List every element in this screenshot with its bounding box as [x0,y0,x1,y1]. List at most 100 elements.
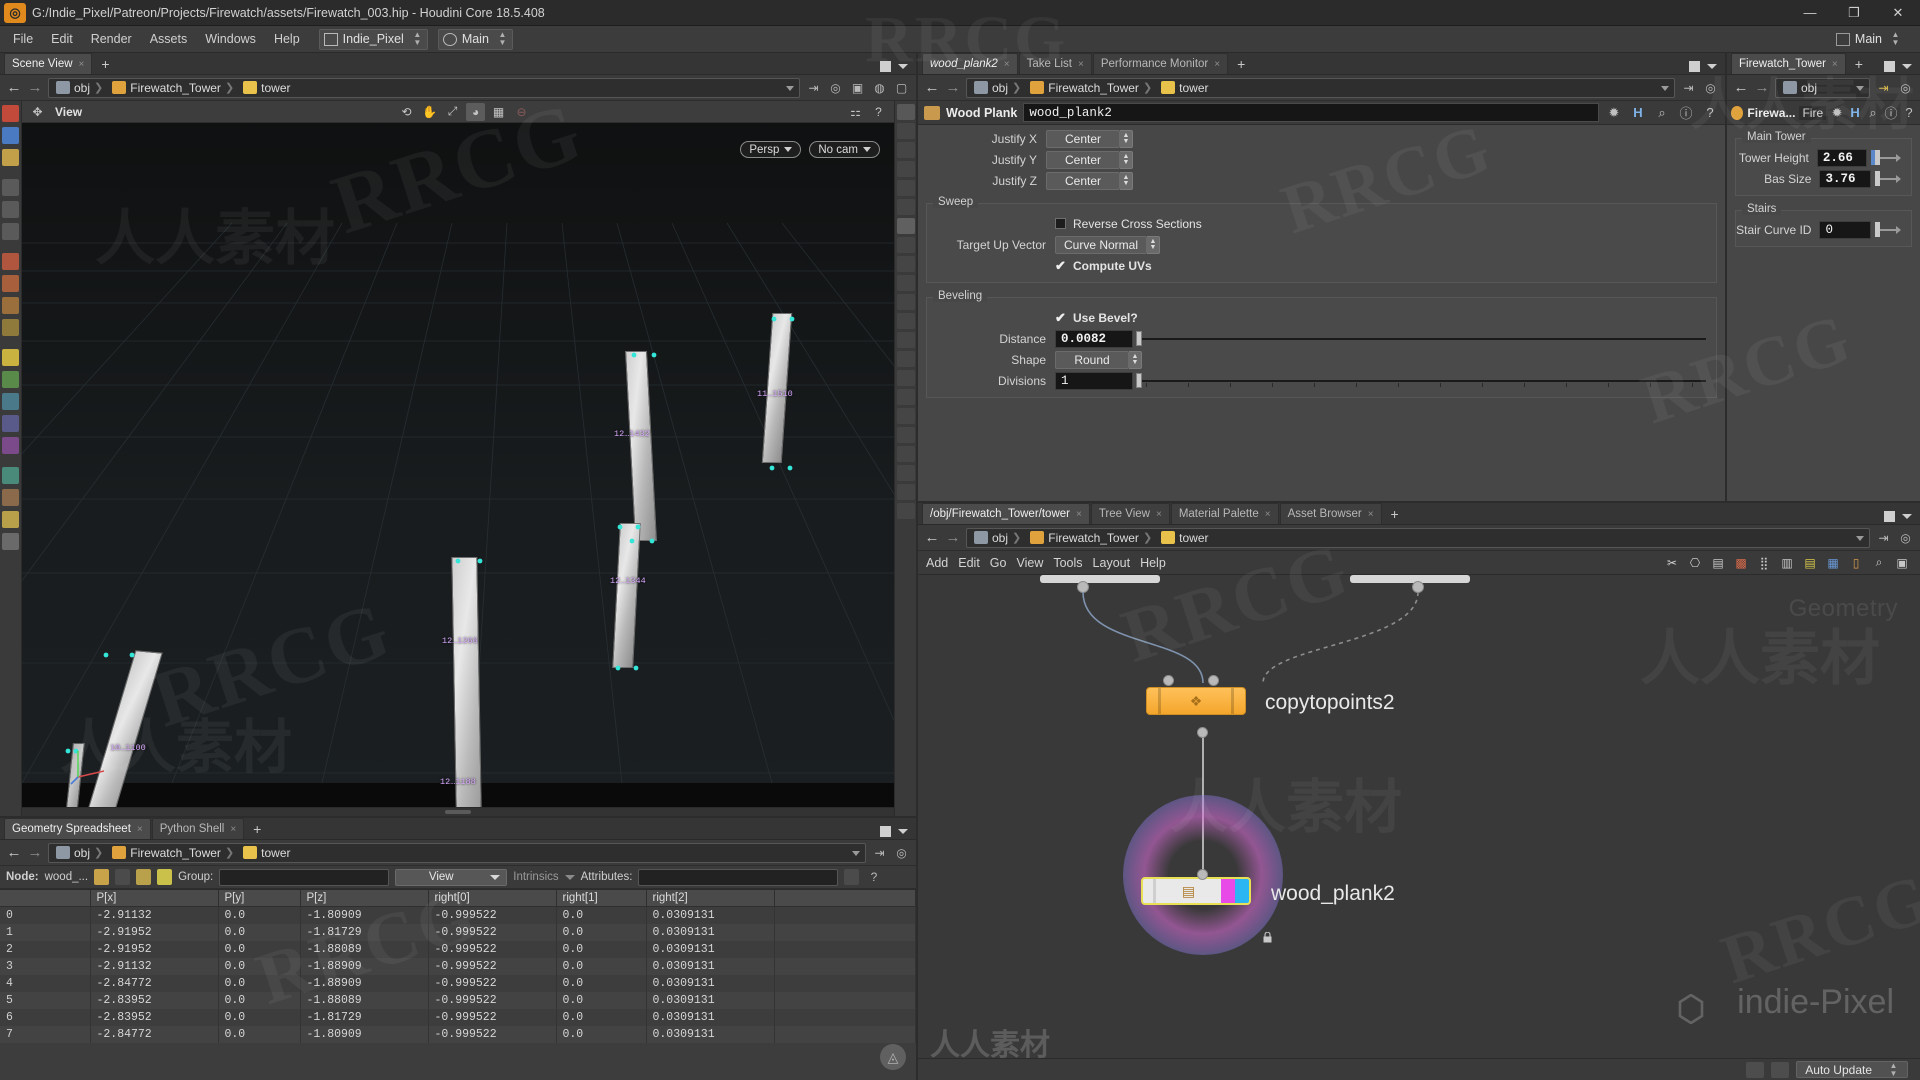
spreadsheet-node-value[interactable]: wood_... [45,871,88,883]
group-input[interactable] [219,868,390,886]
light-icon[interactable]: ◍ [871,79,888,96]
gear-icon[interactable]: ✹ [1830,104,1844,122]
cook-indicator-icon[interactable] [1746,1061,1765,1078]
desktop-spinner-icon[interactable]: ▲ ▼ [412,31,423,47]
asset-node-name-input[interactable]: Fire [1799,105,1827,120]
table-row[interactable]: 5 -2.83952 0.0 -1.88089 -0.999522 0.0 0.030913… [0,992,916,1009]
stair-curve-id-input[interactable]: 0 [1819,220,1871,239]
minimize-button[interactable]: — [1788,0,1832,26]
close-icon[interactable]: × [1214,59,1220,70]
col-right0[interactable]: right[0] [428,890,557,907]
wireframe-mode-icon[interactable]: ▦ [489,103,508,121]
table-row[interactable]: 7 -2.84772 0.0 -1.80909 -0.999522 0.0 0.030913… [0,1026,916,1043]
breadcrumb-firewatch-tower[interactable]: Firewatch_Tower ❯ [108,846,239,860]
intrinsics-label[interactable]: Intrinsics [513,871,558,883]
export-icon[interactable] [844,869,860,885]
tower-height-input[interactable]: 2.66 [1816,148,1867,167]
points-filter-icon[interactable] [94,869,110,885]
node-output-connector[interactable] [1197,727,1208,738]
divisions-input[interactable]: 1 [1055,371,1133,390]
path-dropdown-icon[interactable] [852,850,860,856]
col-index[interactable] [0,890,91,907]
add-tab-button[interactable]: + [1847,53,1871,74]
node-input-connector[interactable] [1163,675,1174,686]
grid-snap-icon[interactable]: ▩ [1731,554,1751,572]
add-tab-button[interactable]: + [1229,53,1253,74]
breadcrumb-obj[interactable]: obj [1779,81,1821,95]
help-icon[interactable]: ? [869,103,888,121]
view-tool-icon[interactable] [2,149,19,166]
spreadsheet-path-field[interactable]: obj ❯ Firewatch_Tower ❯ tower [48,842,866,863]
tab-firewatch-tower[interactable]: Firewatch_Tower × [1731,53,1846,74]
pane-menu-icon[interactable] [1707,64,1717,69]
table-row[interactable]: 2 -2.91952 0.0 -1.88089 -0.999522 0.0 0.030913… [0,941,916,958]
abc-text-icon[interactable] [896,446,915,462]
stair-curve-id-handle[interactable] [1875,222,1901,237]
tab-wood-plank2[interactable]: wood_plank2 × [922,53,1018,74]
close-icon[interactable]: × [1368,509,1374,520]
table-row[interactable]: 3 -2.91132 0.0 -1.88909 -0.999522 0.0 0.030913… [0,958,916,975]
justify-z-select[interactable]: Center [1046,171,1120,190]
col-py[interactable]: P[y] [218,890,301,907]
breadcrumb-obj[interactable]: obj ❯ [52,846,108,860]
pane-menu-icon[interactable] [898,64,908,69]
hierarchy-icon[interactable]: ⎔ [1685,554,1705,572]
node-flag-magenta[interactable] [1221,879,1235,903]
back-icon[interactable]: ← [924,529,940,546]
tower-height-handle[interactable] [1871,150,1901,165]
pin-icon[interactable]: ⇥ [1875,79,1892,96]
scene-view-path-field[interactable]: obj ❯ Firewatch_Tower ❯ tower [48,77,800,98]
spreadsheet-body[interactable]: P[x] P[y] P[z] right[0] right[1] right[2… [0,889,916,1080]
box-tool-icon[interactable] [2,275,19,292]
network-menu-go[interactable]: Go [990,556,1017,570]
help-icon[interactable]: ? [865,869,882,886]
forward-icon[interactable]: → [945,79,961,96]
select-tool-icon[interactable] [2,105,19,122]
asset-parameter-body[interactable]: Main Tower Tower Height 2.66 Bas Size 3.… [1727,125,1920,501]
snapshot-icon[interactable] [896,465,915,481]
path-dropdown-icon[interactable] [786,85,794,91]
breadcrumb-obj[interactable]: obj ❯ [970,531,1026,545]
handle-tool-icon[interactable] [2,127,19,144]
justify-y-select[interactable]: Center [1046,150,1120,169]
col-pz[interactable]: P[z] [300,890,429,907]
tab-scene-view[interactable]: Scene View × [4,53,93,74]
material-tool-icon[interactable] [2,489,19,506]
back-icon[interactable]: ← [924,79,940,96]
node-name-input[interactable]: wood_plank2 [1023,103,1599,122]
extrude-tool-icon[interactable] [2,415,19,432]
use-bevel-checkbox[interactable]: ✔ [1055,311,1066,324]
tab-geometry-spreadsheet[interactable]: Geometry Spreadsheet × [4,818,151,839]
menu-assets[interactable]: Assets [141,28,197,50]
info-icon[interactable]: ⓘ [1884,104,1898,122]
shape-spinner-icon[interactable]: ▲ ▼ [1129,350,1142,369]
distance-slider[interactable] [1136,330,1706,348]
pin-icon[interactable]: ⇥ [871,844,888,861]
pin-icon[interactable]: ⇥ [1875,529,1892,546]
package-icon[interactable]: ▯ [1846,554,1866,572]
lock-icon[interactable] [896,161,915,177]
path-dropdown-icon[interactable] [1661,85,1669,91]
tab-tree-view[interactable]: Tree View × [1090,503,1170,524]
normals-icon[interactable] [896,389,915,405]
menu-windows[interactable]: Windows [196,28,265,50]
polywire-tool-icon[interactable] [2,371,19,388]
viewport-canvas[interactable]: 11…1510 12…1432 12…1344 12…1266 12…1188 … [22,123,894,807]
view-menu-icon[interactable]: ✥ [28,103,47,121]
lighting-icon[interactable] [896,218,915,234]
color-icon[interactable]: ▦ [1823,554,1843,572]
justify-x-spinner-icon[interactable]: ▲ ▼ [1120,129,1133,148]
target-icon[interactable]: ◎ [827,79,844,96]
table-row[interactable]: 4 -2.84772 0.0 -1.88909 -0.999522 0.0 0.030913… [0,975,916,992]
maximize-pane-icon[interactable] [1884,511,1895,522]
shadow-icon[interactable] [896,275,915,291]
tab-python-shell[interactable]: Python Shell × [151,818,245,839]
target-icon[interactable]: ◎ [1702,79,1719,96]
torus-tool-icon[interactable] [2,319,19,336]
parameter-path-field[interactable]: obj ❯ Firewatch_Tower ❯ tower [966,77,1675,98]
col-right1[interactable]: right[1] [556,890,647,907]
close-icon[interactable]: × [1004,59,1010,70]
node-input-connector[interactable] [1197,869,1208,880]
network-menu-edit[interactable]: Edit [958,556,990,570]
headlight-icon[interactable] [896,237,915,253]
